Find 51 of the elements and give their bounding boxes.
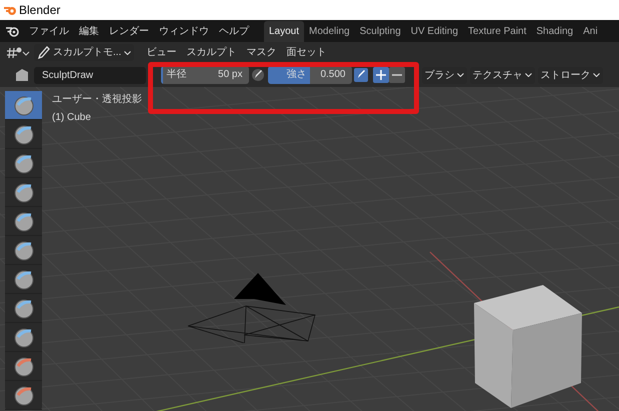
radius-slider[interactable]: 半径 50 px xyxy=(160,66,248,84)
brush-name-field[interactable]: SculptDraw xyxy=(34,66,146,84)
workspace-tab[interactable]: Shading xyxy=(531,21,578,42)
app-menu-icon[interactable] xyxy=(5,25,19,37)
pressure-icon[interactable] xyxy=(251,68,265,82)
sphere-brush-icon xyxy=(12,210,34,232)
add-direction-button[interactable] xyxy=(373,67,389,83)
sphere-brush-icon xyxy=(12,123,34,145)
menu-item[interactable]: レンダー xyxy=(104,24,154,38)
window-title: Blender xyxy=(19,2,60,19)
caret-icon xyxy=(593,73,600,77)
menu-item[interactable]: 編集 xyxy=(74,24,104,38)
sphere-brush-icon xyxy=(12,326,34,348)
plus-icon xyxy=(376,70,386,80)
sphere-brush-icon xyxy=(12,94,34,116)
workspace-tab[interactable]: Ani xyxy=(578,21,603,42)
strength-slider[interactable]: 強さ 0.500 xyxy=(268,66,352,84)
mode-dropdown[interactable]: スカルプトモ... xyxy=(34,44,134,61)
active-object-label: (1) Cube xyxy=(52,110,92,124)
sphere-brush-icon xyxy=(12,355,34,377)
subtract-direction-button[interactable] xyxy=(389,67,405,83)
workspace-tab[interactable]: Texture Paint xyxy=(463,21,532,42)
sphere-brush-icon xyxy=(12,239,34,261)
caret-icon xyxy=(525,73,532,77)
app-logo-icon xyxy=(2,4,16,16)
workspace-tab[interactable]: UV Editing xyxy=(406,21,464,42)
sphere-brush-icon xyxy=(12,268,34,290)
header-menu-item[interactable]: マスク xyxy=(241,45,282,60)
sculpt-tool-button[interactable] xyxy=(5,91,42,120)
workspace-tab[interactable]: Sculpting xyxy=(354,21,406,42)
brush-icon xyxy=(36,46,50,60)
header-menu-item[interactable]: スカルプト xyxy=(181,45,242,60)
sphere-brush-icon xyxy=(12,297,34,319)
transform-pivot-dropdown[interactable] xyxy=(5,46,31,60)
brush-preview-icon[interactable] xyxy=(15,68,29,82)
axes-icon xyxy=(5,46,31,60)
pressure-icon[interactable] xyxy=(354,68,368,82)
sphere-brush-icon xyxy=(12,181,34,203)
header-menu-item[interactable]: 面セット xyxy=(281,45,332,60)
view-name-label: ユーザー・透視投影 xyxy=(52,92,142,107)
workspace-tab[interactable]: Layout xyxy=(264,21,304,42)
menu-item[interactable]: ウィンドウ xyxy=(154,24,214,38)
menu-item[interactable]: ヘルプ xyxy=(214,24,254,38)
caret-icon xyxy=(457,73,464,77)
menu-item[interactable]: ファイル xyxy=(24,24,74,38)
sphere-brush-icon xyxy=(12,152,34,174)
caret-icon xyxy=(124,50,131,54)
panel-dropdown[interactable]: テクスチャ xyxy=(470,66,535,84)
workspace-tab[interactable]: Modeling xyxy=(304,21,355,42)
header-menu-item[interactable]: ビュー xyxy=(141,45,182,60)
sphere-brush-icon xyxy=(12,384,34,406)
